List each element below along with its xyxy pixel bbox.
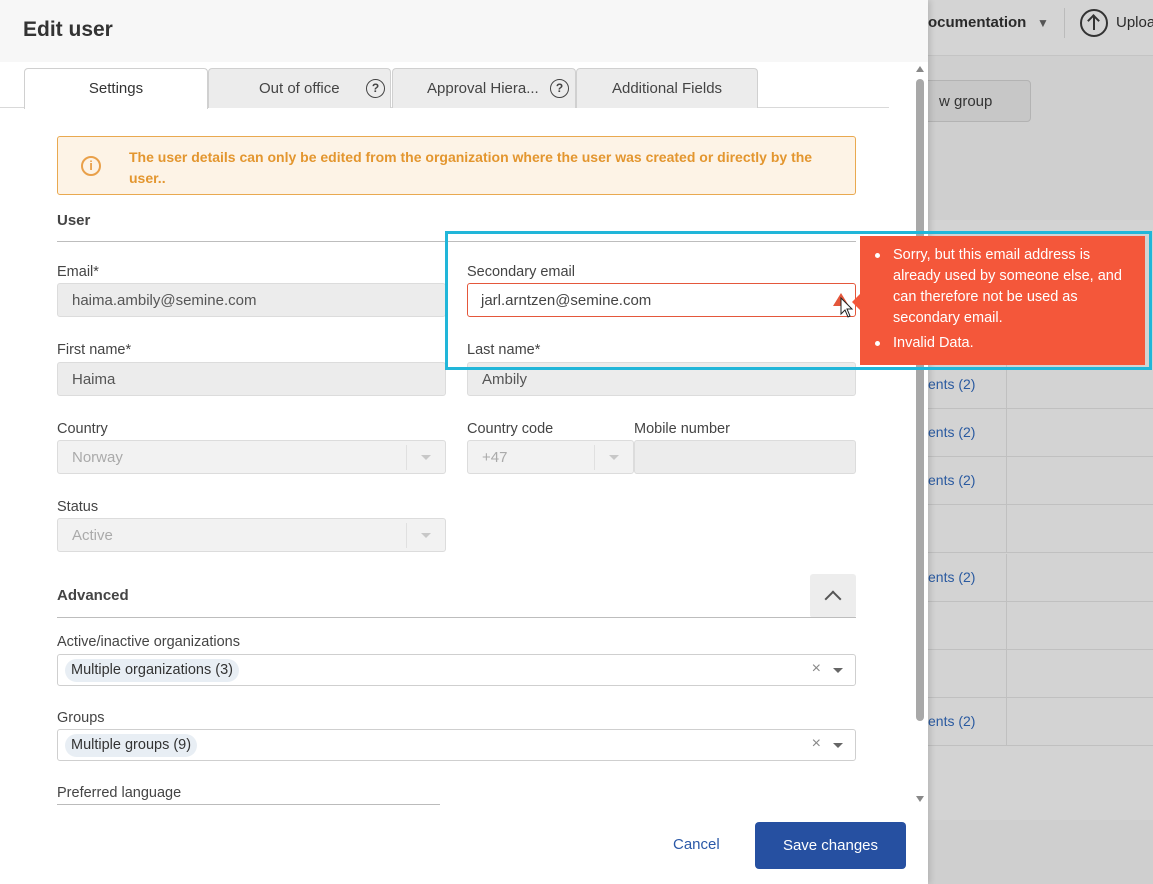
tab-label: Approval Hiera... — [427, 80, 539, 97]
preferred-language-label: Preferred language — [57, 785, 182, 801]
modal-header: Edit user — [0, 0, 928, 62]
organizations-multiselect[interactable]: Multiple organizations (3) × — [57, 654, 856, 686]
country-value: Norway — [72, 449, 123, 466]
table-row-link[interactable]: ents (2) — [928, 569, 975, 585]
table-row-link[interactable]: ents (2) — [928, 376, 975, 392]
tab-approval-hierarchy[interactable]: Approval Hiera... ? — [392, 68, 576, 108]
notice-text: The user details can only be edited from… — [129, 149, 813, 186]
organizations-chip: Multiple organizations (3) — [65, 659, 239, 682]
tab-label: Additional Fields — [611, 80, 723, 97]
select-divider — [406, 445, 407, 470]
error-message: Invalid Data. — [875, 333, 1135, 354]
upload-button[interactable]: Uploa — [1116, 14, 1153, 31]
info-icon: i — [81, 156, 101, 176]
mobile-number-field[interactable] — [634, 440, 856, 474]
caret-down-icon: ▼ — [1037, 16, 1049, 30]
scroll-thumb[interactable] — [916, 79, 924, 721]
email-label: Email* — [57, 264, 99, 280]
edit-user-modal: Edit user Settings Out of office ? Appro… — [0, 0, 928, 884]
groups-chip: Multiple groups (9) — [65, 734, 198, 757]
organizations-label: Active/inactive organizations — [57, 634, 240, 650]
table-row — [928, 602, 1153, 650]
section-title-user: User — [57, 212, 91, 229]
groups-label: Groups — [57, 710, 105, 726]
table-row: ents (2) — [928, 409, 1153, 457]
select-divider — [406, 523, 407, 548]
cancel-button[interactable]: Cancel — [673, 836, 720, 853]
tab-label: Settings — [88, 80, 144, 97]
country-code-label: Country code — [467, 421, 554, 437]
tab-bar: Settings Out of office ? Approval Hiera.… — [0, 68, 889, 109]
clear-icon[interactable]: × — [812, 735, 821, 753]
table-row: ents (2) — [928, 698, 1153, 746]
chevron-down-icon — [421, 455, 431, 460]
chevron-down-icon — [609, 455, 619, 460]
tab-settings[interactable]: Settings — [24, 68, 208, 109]
section-divider — [57, 617, 856, 618]
status-select[interactable]: Active — [57, 518, 446, 552]
scroll-up-icon[interactable] — [916, 66, 924, 72]
section-title-advanced: Advanced — [57, 587, 129, 604]
table-row-link[interactable]: ents (2) — [928, 424, 975, 440]
scroll-down-icon[interactable] — [916, 796, 924, 802]
tab-out-of-office[interactable]: Out of office ? — [208, 68, 391, 108]
preferred-language-field[interactable] — [57, 804, 440, 805]
groups-multiselect[interactable]: Multiple groups (9) × — [57, 729, 856, 761]
topbar-divider — [1064, 8, 1065, 38]
country-select[interactable]: Norway — [57, 440, 446, 474]
table-row — [928, 650, 1153, 698]
status-value: Active — [72, 527, 113, 544]
table-row-link[interactable]: ents (2) — [928, 472, 975, 488]
page-title: Edit user — [23, 18, 113, 41]
clear-icon[interactable]: × — [812, 660, 821, 678]
documentation-menu[interactable]: ocumentation — [928, 14, 1026, 31]
country-code-value: +47 — [482, 449, 508, 466]
error-popover: Sorry, but this email address is already… — [852, 236, 1145, 365]
email-field[interactable]: haima.ambily@semine.com — [57, 283, 446, 317]
tab-label: Out of office — [259, 80, 340, 97]
chevron-down-icon[interactable] — [833, 743, 843, 748]
first-name-field[interactable]: Haima — [57, 362, 446, 396]
upload-icon — [1080, 9, 1108, 37]
chevron-down-icon — [421, 533, 431, 538]
country-code-select[interactable]: +47 — [467, 440, 634, 474]
status-label: Status — [57, 499, 99, 515]
help-icon[interactable]: ? — [550, 79, 569, 98]
table-row: ents (2) — [928, 457, 1153, 505]
help-icon[interactable]: ? — [366, 79, 385, 98]
error-list: Sorry, but this email address is already… — [860, 236, 1145, 354]
select-divider — [594, 445, 595, 470]
error-message: Sorry, but this email address is already… — [875, 245, 1135, 329]
first-name-label: First name* — [57, 342, 132, 358]
collapse-advanced-button[interactable] — [810, 574, 856, 618]
mobile-number-label: Mobile number — [634, 421, 730, 437]
tab-additional-fields[interactable]: Additional Fields — [576, 68, 758, 108]
table-row: ents (2) — [928, 554, 1153, 602]
chevron-down-icon[interactable] — [833, 668, 843, 673]
info-notice: i The user details can only be edited fr… — [57, 136, 856, 195]
save-changes-button[interactable]: Save changes — [755, 822, 906, 869]
table-row — [928, 505, 1153, 553]
scrollbar[interactable] — [912, 62, 928, 804]
table-row-link[interactable]: ents (2) — [928, 713, 975, 729]
country-label: Country — [57, 421, 108, 437]
